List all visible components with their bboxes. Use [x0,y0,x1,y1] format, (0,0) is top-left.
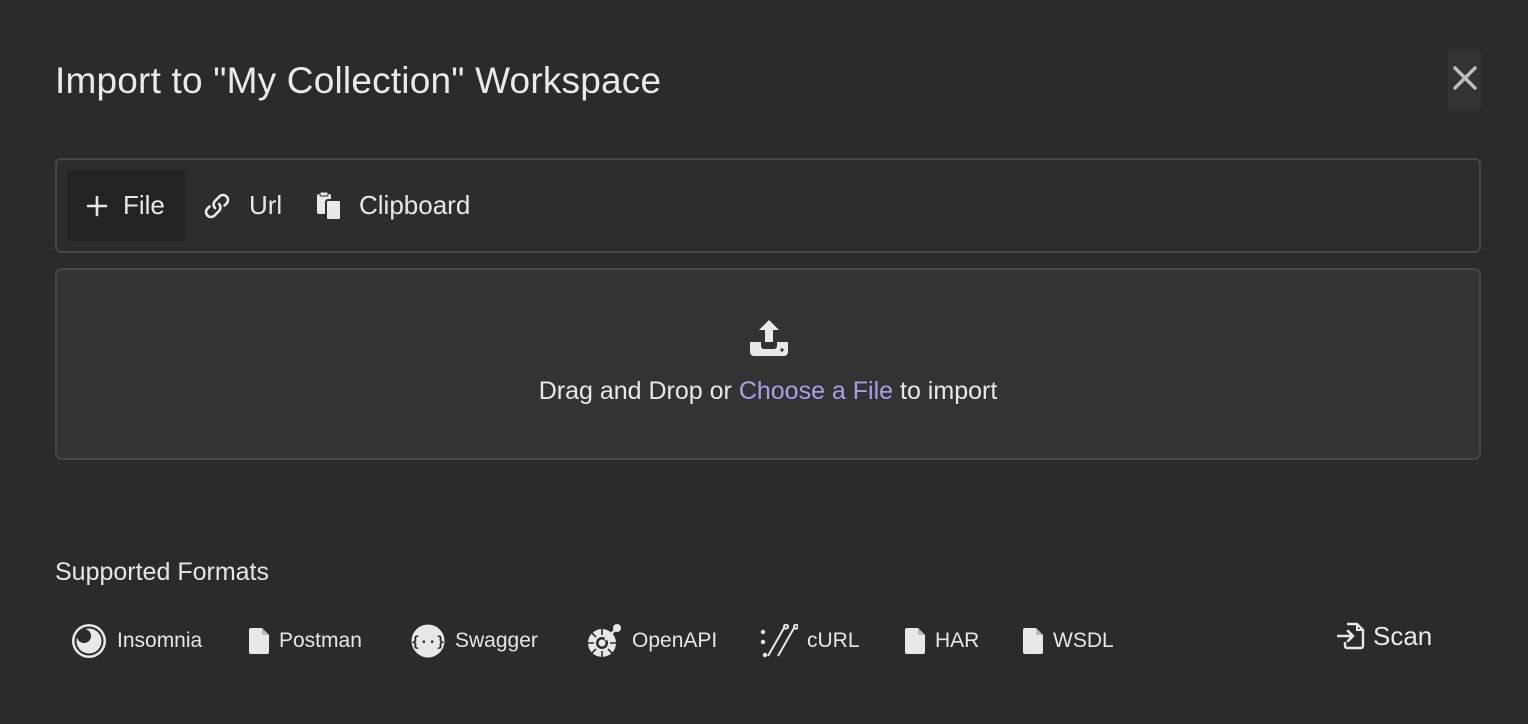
file-icon [904,627,926,655]
tab-file-label: File [123,190,165,220]
clipboard-icon [315,191,343,221]
format-label: HAR [935,629,980,652]
tab-clipboard[interactable]: Clipboard [315,170,495,241]
drop-text-after: to import [900,377,998,405]
import-source-tabs: File Url Clipboard [55,158,1481,253]
choose-file-link[interactable]: Choose a File [739,377,893,405]
scan-button[interactable]: Scan [1337,616,1432,656]
format-label: Swagger [455,629,538,652]
tab-url[interactable]: Url [201,170,311,241]
drop-text-before: Drag and Drop or [538,377,732,405]
format-har: HAR [904,622,979,660]
file-icon [1022,627,1044,655]
close-icon [1452,65,1478,96]
svg-text:{··}: {··} [411,635,445,651]
scan-label: Scan [1373,620,1433,651]
close-button[interactable] [1448,50,1481,110]
upload-icon [747,316,791,365]
format-insomnia: Insomnia [70,622,202,660]
format-swagger: {··} Swagger [410,622,538,660]
format-label: OpenAPI [632,629,718,652]
format-label: cURL [807,629,860,652]
tab-clipboard-label: Clipboard [359,190,471,220]
file-drop-zone[interactable]: Drag and Drop or Choose a File to import [55,268,1481,460]
plus-icon [85,194,109,218]
format-wsdl: WSDL [1022,622,1114,660]
scan-icon [1337,621,1365,651]
openapi-icon [585,622,623,660]
curl-icon [760,624,798,658]
format-label: Insomnia [117,629,203,652]
format-curl: cURL [760,622,860,660]
tab-file[interactable]: File [67,170,185,241]
file-icon [248,627,270,655]
drop-instructions: Drag and Drop or Choose a File to import [57,377,1479,406]
format-label: WSDL [1053,629,1114,652]
import-dialog: Import to "My Collection" Workspace File [0,0,1528,724]
format-postman: Postman [248,622,362,660]
format-label: Postman [279,629,362,652]
dialog-title: Import to "My Collection" Workspace [55,60,662,101]
format-openapi: OpenAPI [585,622,717,660]
swagger-icon: {··} [410,623,446,659]
supported-formats-heading: Supported Formats [55,558,269,586]
link-icon [201,190,233,222]
tab-url-label: Url [249,190,283,220]
insomnia-icon [70,622,108,660]
